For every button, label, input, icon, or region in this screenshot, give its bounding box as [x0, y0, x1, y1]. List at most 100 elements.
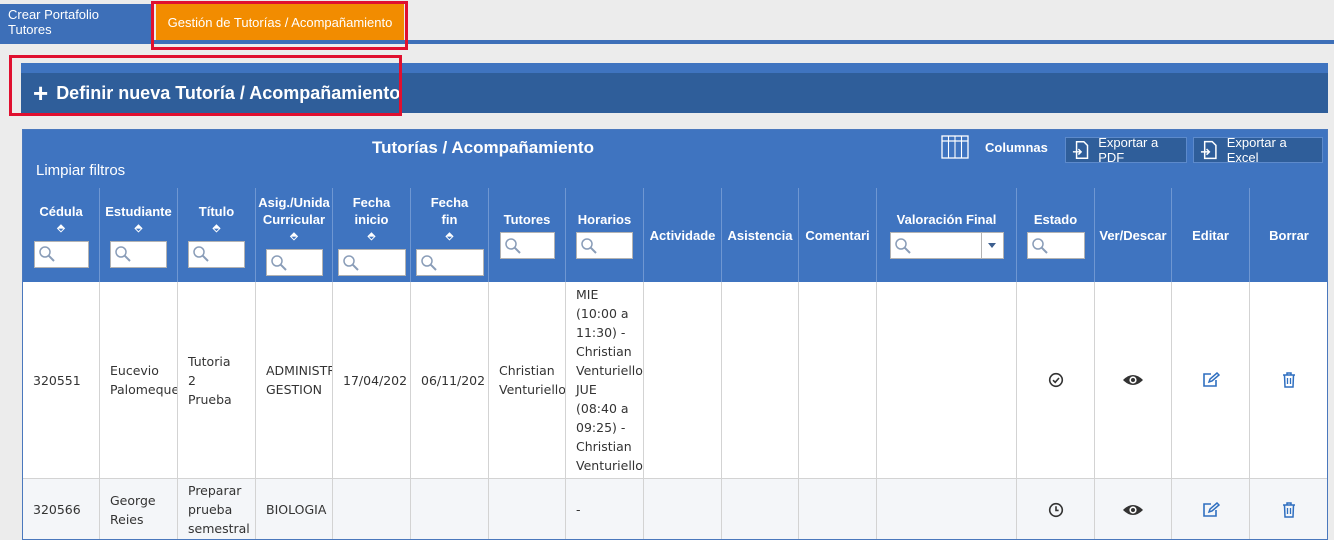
- column-label: Tutores: [503, 212, 551, 227]
- column-label: Título: [198, 203, 235, 219]
- cell-tutores: [489, 479, 566, 539]
- cell-line: Palomeque: [110, 382, 178, 397]
- cell-estudiante: Eucevio Palomeque: [100, 282, 178, 478]
- panel-title: Tutorías / Acompañamiento: [372, 138, 594, 157]
- filter-input-estudiante[interactable]: [110, 240, 167, 268]
- search-icon: [894, 237, 911, 254]
- column-header-asistencia: Asistencia: [722, 188, 799, 282]
- eye-icon[interactable]: [1122, 373, 1144, 387]
- sort-icon[interactable]: ⬘: [135, 220, 143, 237]
- cell-value: 320551: [33, 372, 81, 388]
- column-header-estado: Estado: [1017, 188, 1095, 282]
- columns-button[interactable]: Columnas: [941, 134, 1048, 160]
- clear-filters-link[interactable]: Limpiar filtros: [36, 162, 125, 179]
- plus-icon: +: [33, 78, 49, 108]
- cell-actividades: [644, 282, 722, 478]
- clock-icon: [1048, 502, 1064, 518]
- cell-fecha_inicio: 17/04/202: [333, 282, 411, 478]
- cell-borrar: [1250, 479, 1327, 539]
- eye-icon[interactable]: [1122, 503, 1144, 517]
- filter-input-fecha_fin[interactable]: [415, 249, 484, 276]
- cell-ver: [1095, 479, 1172, 539]
- cell-lines: -: [576, 500, 581, 519]
- cell-estudiante: George Reies: [100, 479, 178, 539]
- export-file-icon: [1072, 141, 1089, 159]
- cell-titulo: Tutoria 2 Prueba: [178, 282, 256, 478]
- tab-bar: Crear Portafolio Tutores Gestión de Tuto…: [0, 0, 1334, 44]
- sort-icon[interactable]: ⬘: [446, 228, 454, 245]
- tab-crear-portafolio[interactable]: Crear Portafolio Tutores: [0, 4, 152, 40]
- search-icon: [38, 246, 55, 262]
- sort-icon[interactable]: ⬘: [213, 220, 221, 237]
- cell-line: -: [576, 502, 581, 517]
- trash-icon[interactable]: [1282, 501, 1296, 518]
- column-label: Curricular: [262, 212, 326, 227]
- column-header-tutores: Tutores: [489, 188, 566, 282]
- sort-icon[interactable]: ⬘: [368, 228, 376, 245]
- chevron-down-icon: [988, 243, 996, 248]
- cell-line: GESTION: [266, 382, 323, 397]
- cell-titulo: Preparar prueba semestral: [178, 479, 256, 539]
- dropdown-toggle[interactable]: [980, 233, 1003, 258]
- new-tutoria-label: Definir nueva Tutoría / Acompañamiento: [56, 82, 401, 103]
- filter-select-valoracion[interactable]: [889, 232, 1004, 259]
- cell-editar: [1172, 282, 1250, 478]
- column-label: Cédula: [39, 203, 83, 219]
- column-label: Fecha: [430, 195, 469, 210]
- cell-line: Preparar: [188, 483, 242, 498]
- cell-line: Eucevio: [110, 363, 159, 378]
- edit-icon[interactable]: [1202, 501, 1220, 518]
- sort-icon[interactable]: ⬘: [290, 228, 298, 245]
- cell-lines: Eucevio Palomeque: [110, 361, 178, 399]
- edit-icon[interactable]: [1202, 372, 1220, 388]
- column-label: Estado: [1033, 212, 1078, 227]
- export-file-icon: [1200, 140, 1217, 160]
- cell-lines: George Reies: [110, 491, 156, 529]
- column-header-fecha_fin: Fecha fin ⬘: [411, 188, 489, 282]
- cell-line: MIE: [576, 287, 599, 302]
- cell-line: 11:30) -: [576, 325, 626, 340]
- column-label: inicio: [354, 212, 389, 227]
- cell-line: Christian: [576, 439, 632, 454]
- filter-input-horarios[interactable]: [576, 232, 633, 259]
- cell-line: 09:25) -: [576, 420, 626, 435]
- filter-input-tutores[interactable]: [499, 232, 555, 259]
- column-label: Valoración Final: [896, 212, 997, 227]
- column-label: Ver/Descar: [1099, 227, 1167, 243]
- cell-valoracion: [877, 479, 1017, 539]
- cell-cedula: 320551: [23, 282, 100, 478]
- export-excel-button[interactable]: Exportar a Excel: [1193, 135, 1323, 165]
- columns-icon: [941, 135, 969, 159]
- trash-icon[interactable]: [1282, 372, 1296, 388]
- new-tutoria-button[interactable]: + Definir nueva Tutoría / Acompañamiento: [21, 63, 1328, 113]
- cell-comentarios: [799, 479, 877, 539]
- cell-asig: ADMINISTR GESTION: [256, 282, 333, 478]
- cell-line: Venturiello: [576, 458, 643, 473]
- cell-lines: Preparar prueba semestral: [188, 481, 250, 538]
- search-icon: [270, 254, 287, 271]
- filter-input-asig[interactable]: [265, 249, 323, 276]
- filter-input-titulo[interactable]: [188, 240, 245, 268]
- column-label: Horarios: [577, 212, 632, 227]
- cell-cedula: 320566: [23, 479, 100, 539]
- filter-input-cedula[interactable]: [33, 240, 89, 268]
- filter-input-fecha_inicio[interactable]: [337, 249, 406, 276]
- cell-editar: [1172, 479, 1250, 539]
- cell-fecha_fin: 06/11/202: [411, 282, 489, 478]
- column-header-cedula: Cédula ⬘: [23, 188, 100, 282]
- column-label: Editar: [1192, 227, 1229, 243]
- column-header-titulo: Título ⬘: [178, 188, 256, 282]
- tab-underline: [0, 40, 1334, 44]
- column-label: Fecha: [352, 195, 391, 210]
- cell-line: Prueba: [188, 391, 232, 407]
- cell-line: (10:00 a: [576, 306, 629, 321]
- column-header-estudiante: Estudiante ⬘: [100, 188, 178, 282]
- cell-line: Christian: [499, 363, 555, 378]
- cell-line: semestral: [188, 521, 250, 536]
- column-header-valoracion: Valoración Final: [877, 188, 1017, 282]
- export-pdf-button[interactable]: Exportar a PDF: [1065, 135, 1187, 165]
- sort-icon[interactable]: ⬘: [57, 220, 65, 237]
- tab-gestion-tutorias[interactable]: Gestión de Tutorías / Acompañamiento: [156, 4, 404, 40]
- column-header-comentarios: Comentari: [799, 188, 877, 282]
- filter-input-estado[interactable]: [1026, 232, 1085, 259]
